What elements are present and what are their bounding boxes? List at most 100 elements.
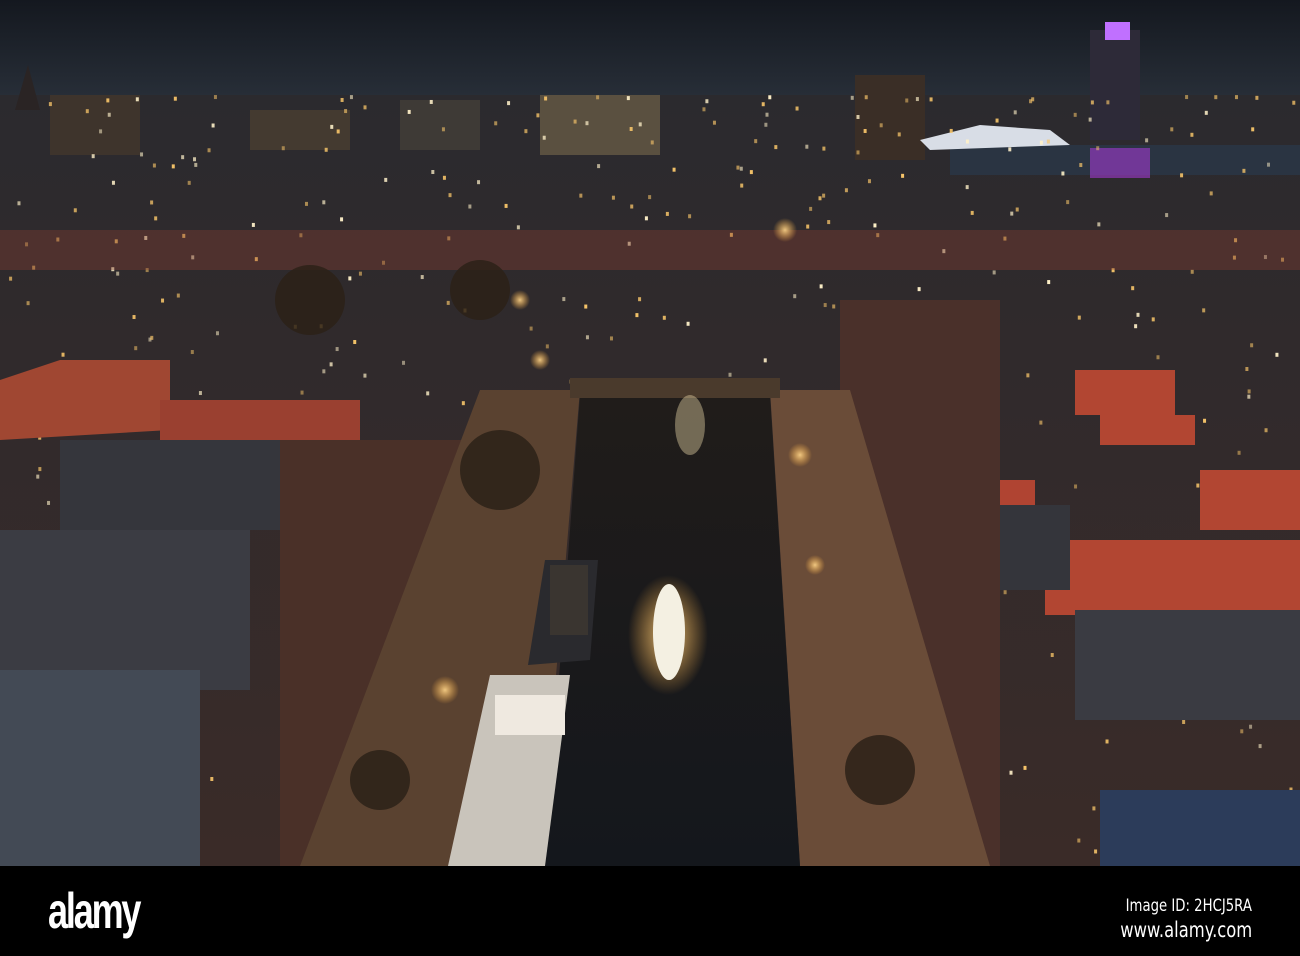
window-light	[1264, 428, 1268, 433]
window-light	[190, 350, 194, 355]
window-light	[1165, 213, 1169, 218]
window-light	[949, 128, 953, 133]
window-light	[626, 96, 630, 101]
window-light	[867, 179, 871, 184]
window-light	[1204, 110, 1208, 115]
window-light	[73, 208, 77, 213]
window-light	[330, 124, 334, 129]
window-light	[917, 287, 921, 292]
window-light	[26, 301, 30, 306]
window-light	[856, 150, 860, 155]
window-light	[544, 96, 548, 101]
window-light	[863, 128, 867, 133]
window-light	[1003, 590, 1007, 595]
window-light	[116, 271, 120, 276]
window-light	[611, 195, 615, 200]
window-light	[970, 210, 974, 215]
window-light	[965, 185, 969, 190]
window-light	[765, 112, 769, 117]
window-light	[819, 284, 823, 289]
window-light	[1170, 127, 1174, 132]
window-light	[850, 95, 854, 100]
window-light	[1092, 806, 1096, 811]
window-light	[579, 193, 583, 198]
window-light	[106, 98, 110, 103]
window-light	[822, 146, 826, 151]
window-light	[446, 300, 450, 305]
window-light	[47, 500, 51, 505]
window-light	[672, 167, 676, 172]
window-light	[665, 211, 669, 216]
window-light	[194, 162, 198, 167]
window-light	[686, 321, 690, 326]
window-light	[584, 304, 588, 309]
window-light	[965, 139, 969, 144]
window-light	[402, 360, 406, 365]
window-light	[1008, 147, 1012, 152]
window-light	[91, 154, 95, 159]
alamy-url[interactable]: www.alamy.com	[1120, 918, 1252, 942]
window-light	[348, 276, 352, 281]
window-light	[915, 97, 919, 102]
window-light	[1023, 765, 1027, 770]
window-light	[152, 163, 156, 168]
window-light	[1106, 100, 1110, 105]
window-light	[1145, 138, 1149, 143]
window-light	[806, 224, 810, 229]
window-light	[1182, 719, 1186, 724]
window-light	[335, 347, 339, 352]
stock-photo: alamy Image ID: 2HCJ5RA www.alamy.com	[0, 0, 1300, 956]
window-light	[702, 107, 706, 112]
window-light	[736, 165, 740, 170]
window-light	[1255, 95, 1259, 100]
window-light	[251, 222, 255, 227]
window-light	[173, 96, 177, 101]
window-light	[48, 102, 52, 107]
alamy-logo: alamy	[48, 883, 141, 939]
window-light	[879, 123, 883, 128]
window-light	[107, 112, 111, 117]
window-light	[340, 97, 344, 102]
window-light	[329, 362, 333, 367]
window-light	[749, 170, 753, 175]
window-light	[1134, 324, 1138, 329]
window-light	[793, 294, 797, 299]
window-light	[207, 148, 211, 153]
window-light	[210, 777, 214, 782]
window-light	[992, 270, 996, 275]
window-light	[832, 304, 836, 309]
window-light	[1242, 168, 1246, 173]
window-light	[1074, 484, 1078, 489]
window-light	[324, 147, 328, 152]
window-light	[650, 140, 654, 145]
window-light	[344, 109, 348, 114]
window-light	[358, 271, 362, 276]
window-light	[774, 145, 778, 150]
window-light	[429, 99, 433, 104]
window-light	[754, 139, 758, 144]
window-light	[150, 335, 154, 340]
window-light	[1046, 139, 1050, 144]
window-light	[827, 220, 831, 225]
window-light	[477, 180, 481, 185]
window-light	[1013, 110, 1017, 115]
window-light	[728, 372, 732, 377]
window-light	[494, 121, 498, 126]
window-light	[353, 340, 357, 345]
window-light	[763, 358, 767, 363]
window-light	[1267, 162, 1271, 167]
window-light	[198, 391, 202, 396]
window-light	[712, 120, 716, 125]
window-light	[638, 297, 642, 302]
window-light	[441, 127, 445, 132]
window-light	[1151, 317, 1155, 322]
window-light	[363, 373, 367, 378]
window-light	[1292, 100, 1296, 105]
window-light	[545, 344, 549, 349]
window-light	[995, 118, 999, 123]
window-light	[1031, 97, 1035, 102]
amsterdam-canal-night-photo	[0, 0, 1300, 866]
window-light	[1240, 729, 1244, 734]
window-light	[193, 157, 197, 162]
window-light	[1077, 315, 1081, 320]
